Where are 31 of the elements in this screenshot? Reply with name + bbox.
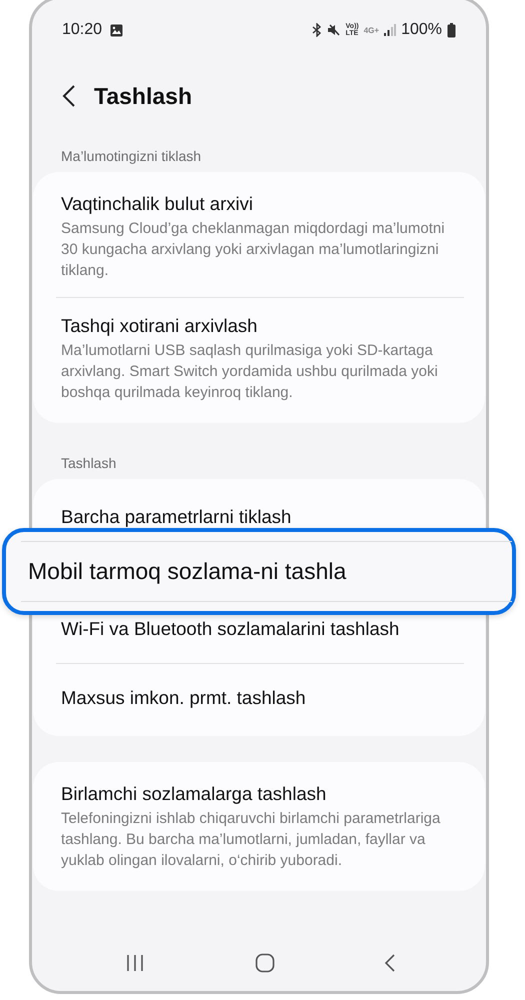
item-description: Telefoningizni ishlab chiqaruvchi birlamchi parametrlariga tashlang. Bu barcha ma’lumotlarni, jumladan, fayllar va yuklab olingan ilovalarni, o‘chirib yuboradi. <box>61 809 442 871</box>
settings-item[interactable]: Barcha parametrlarni tiklash <box>33 504 485 530</box>
page-title: Tashlash <box>94 82 192 110</box>
settings-item[interactable]: Vaqtinchalik bulut arxivi Samsung Cloud’ga cheklanmagan miqdordagi ma’lumotni 30 kungacha arxivlang yoki arxivlagan ma’lumotlaringizni tiklang. <box>33 176 485 297</box>
recent-apps-icon[interactable] <box>125 954 145 972</box>
network-indicator: 4G+ <box>364 26 380 34</box>
back-icon[interactable] <box>384 953 396 973</box>
item-title: Tashqi xotirani arxivlash <box>61 315 258 337</box>
settings-item[interactable]: Tashqi xotirani arxivlash Ma’lumotlarni USB saqlash qurilmasiga yoki SD-kartaga arxivlang. Smart Switch yordamida ushbu qurilmada yoki boshqa qurilmada keyinroq tiklang. <box>33 298 485 419</box>
back-button[interactable] <box>62 84 76 108</box>
item-description: Ma’lumotlarni USB saqlash qurilmasiga yoki SD-kartaga arxivlang. Smart Switch yordamida ushbu qurilmada yoki boshqa qurilmada keyinroq tiklang. <box>61 341 439 403</box>
section-label: Tashlash <box>60 454 118 473</box>
item-title: Wi-Fi va Bluetooth sozlamalarini tashlash <box>61 618 400 640</box>
battery-icon <box>447 22 456 38</box>
bluetooth-icon <box>312 23 322 37</box>
battery-level: 100% <box>401 21 442 39</box>
settings-item[interactable]: Birlamchi sozlamalarga tashlash Telefoningizni ishlab chiqaruvchi birlamchi parametrlariga tashlang. Bu barcha ma’lumotlarni, jumladan, fayllar va yuklab olingan ilovalarni, o‘chirib yuboradi. <box>33 766 485 887</box>
section-label: Ma’lumotingizni tiklash <box>60 147 202 166</box>
mute-icon <box>326 23 341 37</box>
item-description: Samsung Cloud’ga cheklanmagan miqdordagi ma’lumotni 30 kungacha arxivlang yoki arxivlagan ma’lumotlaringizni tiklang. <box>61 219 446 281</box>
item-title: Barcha parametrlarni tiklash <box>61 506 292 528</box>
item-title: Vaqtinchalik bulut arxivi <box>61 193 254 215</box>
settings-item[interactable]: Maxsus imkon. prmt. tashlash <box>33 685 485 711</box>
settings-item[interactable]: Wi-Fi va Bluetooth sozlamalarini tashlash <box>33 616 485 642</box>
item-title: Maxsus imkon. prmt. tashlash <box>61 687 307 709</box>
image-icon <box>110 24 124 36</box>
signal-icon <box>384 24 396 36</box>
item-title: Birlamchi sozlamalarga tashlash <box>61 783 328 805</box>
home-icon[interactable] <box>254 953 274 973</box>
highlighted-item[interactable]: Mobil tarmoq sozlama-ni tashla <box>2 528 516 615</box>
status-time: 10:20 <box>62 21 102 39</box>
